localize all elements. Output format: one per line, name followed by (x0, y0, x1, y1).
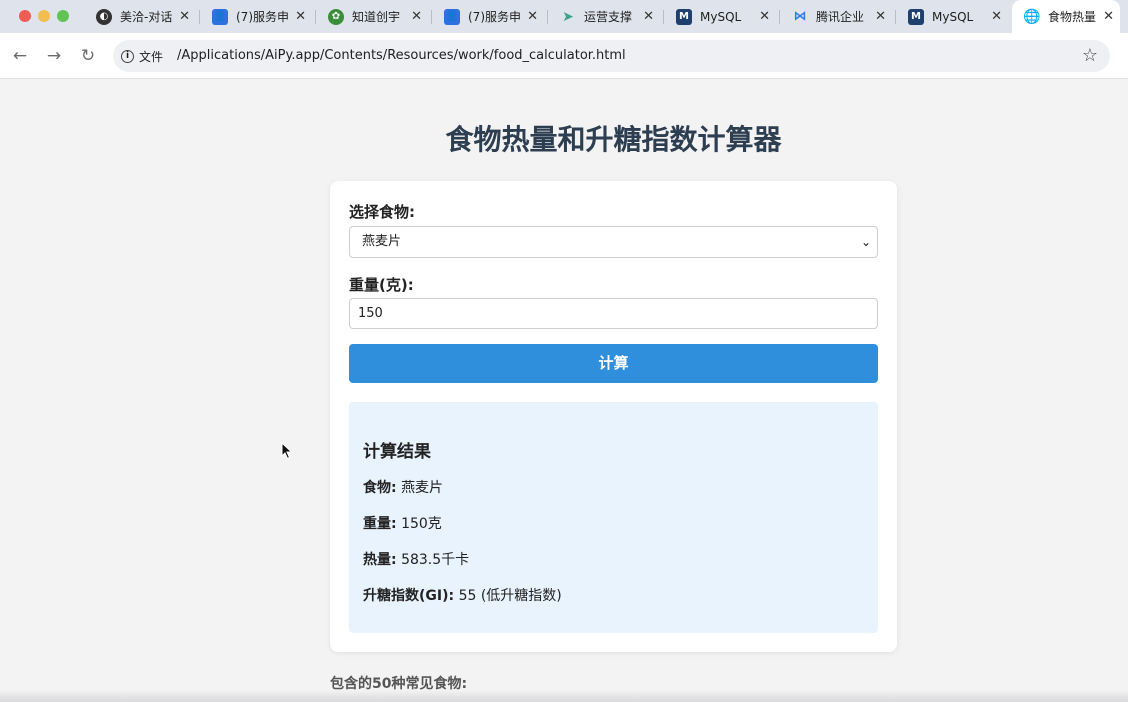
close-icon[interactable]: ✕ (875, 9, 886, 24)
result-food-row: 食物: 燕麦片 (363, 480, 444, 496)
result-gi-row: 升糖指数(GI): 55 (低升糖指数) (363, 588, 562, 604)
user-app-icon: 👤 (444, 8, 460, 25)
tab-zhidao[interactable]: ✿ 知道创宇 ✕ (316, 0, 432, 33)
tab-mysql-1[interactable]: M MySQL ✕ (664, 0, 780, 33)
chevron-down-icon: ⌄ (860, 235, 871, 249)
close-window-button[interactable] (19, 10, 31, 22)
close-icon[interactable]: ✕ (295, 9, 306, 24)
info-icon: i (121, 49, 134, 63)
meiqia-icon: ◐ (96, 8, 112, 25)
tab-service-1[interactable]: 👤 (7)服务申 ✕ (200, 0, 316, 33)
result-calorie-row: 热量: 583.5千卡 (363, 552, 470, 568)
calculator-card: 选择食物: 燕麦片 ⌄ 重量(克): 150 计算 计算结果 食物: 燕麦片 重… (330, 181, 897, 652)
tab-tencent[interactable]: ⋈ 腾讯企业 ✕ (780, 0, 896, 33)
food-select-value: 燕麦片 (362, 234, 402, 249)
address-bar[interactable]: i 文件 /Applications/AiPy.app/Contents/Res… (113, 40, 1110, 72)
forward-arrow-icon[interactable]: → (44, 46, 64, 66)
site-info-chip[interactable]: i 文件 (121, 46, 163, 66)
weight-input[interactable]: 150 (349, 298, 878, 329)
bottom-shade (0, 690, 1128, 702)
close-icon[interactable]: ✕ (643, 9, 654, 24)
url-text[interactable]: /Applications/AiPy.app/Contents/Resource… (177, 48, 626, 63)
page-title: 食物热量和升糖指数计算器 (445, 123, 782, 156)
result-heading: 计算结果 (363, 442, 431, 462)
close-icon[interactable]: ✕ (759, 9, 770, 24)
tab-meiqia[interactable]: ◐ 美洽-对话 ✕ (84, 0, 200, 33)
paper-plane-icon: ➤ (562, 8, 574, 25)
food-select-label: 选择食物: (349, 203, 415, 221)
bookmark-star-icon[interactable]: ☆ (1082, 45, 1098, 66)
close-icon[interactable]: ✕ (991, 9, 1002, 24)
close-icon[interactable]: ✕ (179, 9, 190, 24)
weight-input-label: 重量(克): (349, 276, 414, 294)
close-icon[interactable]: ✕ (1103, 9, 1114, 24)
mysql-icon: M (676, 8, 692, 25)
tab-service-2[interactable]: 👤 (7)服务申 ✕ (432, 0, 548, 33)
food-select[interactable]: 燕麦片 ⌄ (349, 226, 878, 258)
calculate-button[interactable]: 计算 (349, 344, 878, 383)
minimize-window-button[interactable] (38, 10, 50, 22)
tencent-icon: ⋈ (793, 9, 807, 24)
reload-icon[interactable]: ↻ (78, 46, 98, 66)
tab-food-calculator[interactable]: 🌐 食物热量 ✕ (1012, 0, 1120, 33)
result-weight-row: 重量: 150克 (363, 516, 442, 532)
browser-titlebar: ◐ 美洽-对话 ✕ 👤 (7)服务申 ✕ ✿ 知道创宇 ✕ 👤 (7)服务申 ✕… (0, 0, 1128, 33)
mysql-icon: M (908, 8, 924, 25)
tab-strip: ◐ 美洽-对话 ✕ 👤 (7)服务申 ✕ ✿ 知道创宇 ✕ 👤 (7)服务申 ✕… (84, 0, 1120, 33)
result-panel: 计算结果 食物: 燕麦片 重量: 150克 热量: 583.5千卡 升糖指数(G… (349, 402, 878, 633)
gear-logo-icon: ✿ (328, 8, 344, 25)
browser-toolbar: ← → ↻ i 文件 /Applications/AiPy.app/Conten… (0, 33, 1128, 79)
tab-operations[interactable]: ➤ 运营支撑 ✕ (548, 0, 664, 33)
maximize-window-button[interactable] (57, 10, 69, 22)
user-app-icon: 👤 (212, 8, 228, 25)
close-icon[interactable]: ✕ (411, 9, 422, 24)
back-arrow-icon[interactable]: ← (10, 46, 30, 66)
close-icon[interactable]: ✕ (527, 9, 538, 24)
tab-mysql-2[interactable]: M MySQL ✕ (896, 0, 1012, 33)
globe-icon: 🌐 (1023, 8, 1041, 25)
